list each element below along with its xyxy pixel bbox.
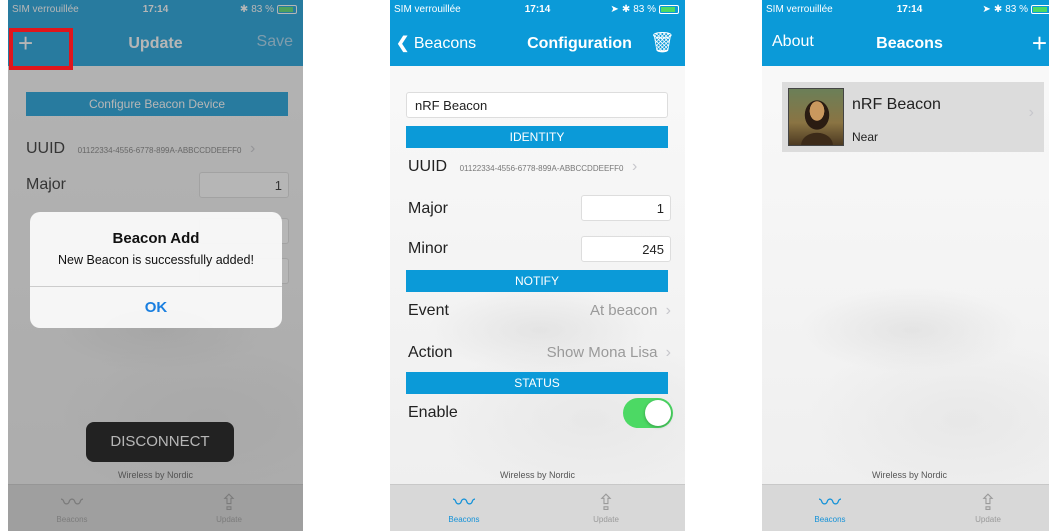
chevron-right-icon: ›	[631, 158, 638, 175]
background	[390, 0, 685, 531]
identity-header: IDENTITY	[406, 126, 668, 148]
beacons-tab-icon: 〰	[452, 490, 475, 515]
chevron-right-icon: ›	[665, 344, 671, 361]
event-label: Event	[408, 302, 449, 319]
battery-label: 83 %	[633, 3, 656, 15]
background	[762, 0, 1049, 531]
update-tab-icon: ⇪	[596, 490, 616, 515]
major-label: Major	[408, 200, 449, 217]
plus-icon[interactable]: +	[1032, 30, 1047, 56]
tab-beacons-label: Beacons	[448, 515, 480, 524]
alert-title: Beacon Add	[112, 230, 200, 247]
action-value: Show Mona Lisa	[546, 344, 658, 361]
tab-update[interactable]: ⇪ Update	[566, 490, 646, 525]
chevron-right-icon: ›	[665, 302, 671, 319]
location-icon: ➤	[610, 3, 619, 15]
status-header: STATUS	[406, 372, 668, 394]
battery-label: 83 %	[1005, 3, 1028, 15]
tab-beacons[interactable]: 〰 Beacons	[424, 490, 504, 525]
footer-text: Wireless by Nordic	[499, 470, 575, 480]
time-label: 17:14	[896, 3, 923, 15]
notify-header: NOTIFY	[406, 270, 668, 292]
beacon-proximity: Near	[852, 130, 879, 144]
mona-lisa-thumbnail	[788, 88, 844, 146]
update-tab-icon: ⇪	[978, 490, 998, 515]
nav-bar: SIM verrouillée 17:14 ➤ ✱ 83 % About Bea…	[762, 0, 1049, 66]
alert-message: New Beacon is successfully added!	[58, 253, 254, 267]
tab-bar: 〰 Beacons ⇪ Update	[762, 484, 1049, 531]
battery-icon	[659, 4, 679, 14]
event-row[interactable]: At beacon ›	[590, 302, 671, 320]
beacon-list-item[interactable]: nRF Beacon Near ›	[782, 82, 1044, 152]
beacon-name: nRF Beacon	[852, 96, 941, 113]
page-title: Beacons	[876, 35, 943, 52]
beacons-tab-icon: 〰	[818, 490, 841, 515]
location-icon: ➤	[982, 3, 991, 15]
phone-screen-update: SIM verrouillée 17:14 ✱ 83 % + Update Sa…	[8, 0, 303, 531]
trash-icon[interactable]: 🗑	[650, 30, 675, 55]
highlight-box	[9, 28, 73, 70]
action-label: Action	[408, 344, 453, 361]
time-label: 17:14	[524, 3, 551, 15]
enable-label: Enable	[408, 404, 458, 421]
uuid-label: UUID	[408, 158, 448, 175]
tab-beacons-label: Beacons	[814, 515, 846, 524]
tab-beacons[interactable]: 〰 Beacons	[790, 490, 870, 525]
alert-ok-button[interactable]: OK	[30, 286, 282, 328]
beacon-added-alert: Beacon Add New Beacon is successfully ad…	[30, 212, 282, 328]
tab-update[interactable]: ⇪ Update	[948, 490, 1028, 525]
tab-update-label: Update	[593, 515, 619, 524]
page-title: Configuration	[527, 35, 632, 52]
status-bar: SIM verrouillée 17:14 ➤ ✱ 83 %	[390, 0, 685, 18]
minor-input[interactable]: 245	[581, 236, 671, 262]
back-chevron-icon: ❮	[396, 35, 410, 52]
beacon-name-input[interactable]: nRF Beacon	[406, 92, 668, 118]
action-row[interactable]: Show Mona Lisa ›	[547, 344, 671, 362]
carrier-label: SIM verrouillée	[766, 3, 833, 15]
status-right: ➤ ✱ 83 %	[610, 4, 679, 15]
uuid-row[interactable]: UUID 01122334-4556-6778-899A-ABBCCDDEEFF…	[408, 158, 637, 176]
minor-label: Minor	[408, 240, 449, 257]
status-bar: SIM verrouillée 17:14 ➤ ✱ 83 %	[762, 0, 1049, 18]
nav-bar: SIM verrouillée 17:14 ➤ ✱ 83 % ❮ Beacons…	[390, 0, 685, 66]
phone-screen-beacons: SIM verrouillée 17:14 ➤ ✱ 83 % About Bea…	[762, 0, 1049, 531]
tab-bar: 〰 Beacons ⇪ Update	[390, 484, 685, 531]
chevron-right-icon: ›	[1028, 104, 1034, 121]
status-right: ➤ ✱ 83 %	[982, 4, 1049, 15]
footer-text: Wireless by Nordic	[871, 470, 947, 480]
bluetooth-icon: ✱	[621, 3, 631, 15]
phone-screen-configuration: SIM verrouillée 17:14 ➤ ✱ 83 % ❮ Beacons…	[390, 0, 685, 531]
battery-icon	[1031, 4, 1049, 14]
major-input[interactable]: 1	[581, 195, 671, 221]
carrier-label: SIM verrouillée	[394, 3, 461, 15]
tab-update-label: Update	[975, 515, 1001, 524]
enable-toggle[interactable]	[623, 398, 673, 428]
uuid-value: 01122334-4556-6778-899A-ABBCCDDEEFF0	[459, 164, 624, 173]
bluetooth-icon: ✱	[993, 3, 1003, 15]
event-value: At beacon	[589, 302, 658, 319]
